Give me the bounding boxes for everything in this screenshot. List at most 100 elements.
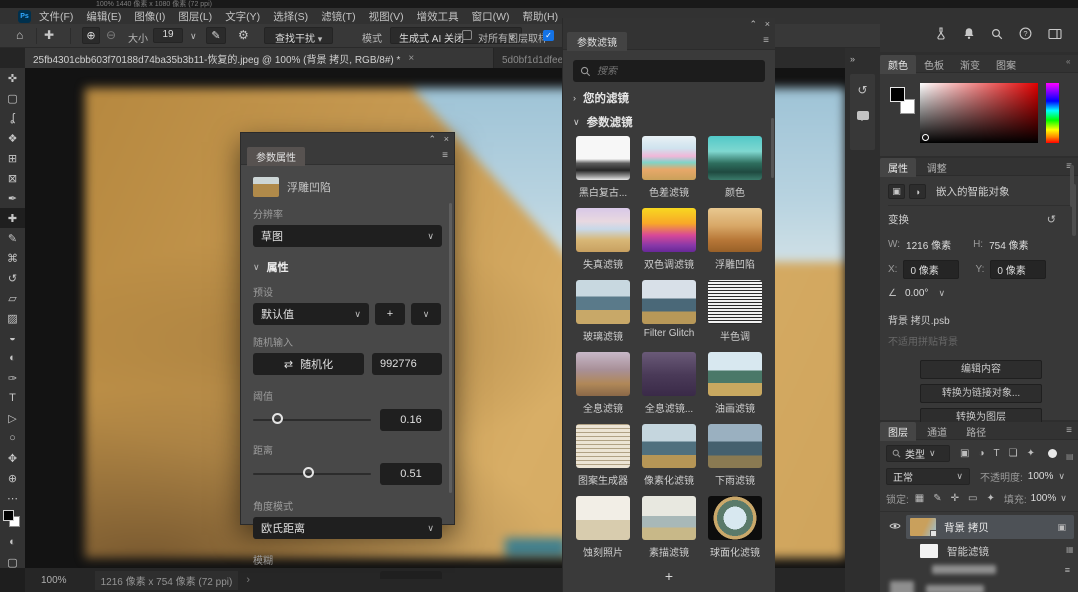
filter-thumbnail[interactable] (642, 352, 696, 396)
search-input[interactable] (597, 66, 747, 77)
filter-item[interactable]: 失真滤镜 (570, 208, 636, 271)
filter-thumbnail[interactable] (708, 424, 762, 468)
filter-thumbnail[interactable] (708, 280, 762, 324)
filter-search-box[interactable] (573, 60, 765, 82)
filter-thumbnail[interactable] (708, 208, 762, 252)
color-swatches[interactable] (0, 510, 25, 532)
move-tool[interactable]: ✜ (0, 68, 25, 88)
workspace-icon[interactable] (1048, 28, 1062, 43)
filter-thumbnail[interactable] (642, 280, 696, 324)
color-tab[interactable]: 色板 (916, 55, 952, 74)
height-value[interactable]: 754 像素 (989, 237, 1028, 252)
filter-item[interactable]: 下雨滤镜 (702, 424, 768, 487)
lock-artboard-icon[interactable]: ▭ (968, 493, 977, 504)
lock-all-icon[interactable]: ✦ (986, 493, 994, 504)
clone-stamp-tool[interactable]: ⌘ (0, 248, 25, 268)
filter-toggle[interactable] (1048, 449, 1057, 458)
dodge-tool[interactable]: ◐ (0, 348, 25, 368)
zoom-tool[interactable]: ⊕ (0, 468, 25, 488)
brush-tool[interactable]: ✎ (0, 228, 25, 248)
panel-menu-icon[interactable]: ≡ (442, 150, 448, 161)
panel-option-icon[interactable]: ▤ (1066, 452, 1074, 461)
filter-item[interactable]: 图案生成器 (570, 424, 636, 487)
dock-scrollbar[interactable] (1070, 165, 1074, 207)
quick-mask-button[interactable]: ◐ (0, 532, 25, 552)
filter-adjustment-icon[interactable]: ◑ (978, 448, 984, 459)
shape-tool[interactable]: ○ (0, 428, 25, 448)
filter-thumbnail[interactable] (642, 496, 696, 540)
hand-tool[interactable]: ✥ (0, 448, 25, 468)
filter-thumbnail[interactable] (642, 208, 696, 252)
tab-layers[interactable]: 图层 (880, 422, 916, 441)
menu-item[interactable]: 增效工具 (417, 9, 459, 24)
filter-thumbnail[interactable] (708, 496, 762, 540)
smart-object-action-button[interactable]: 转换为链接对象... (920, 384, 1042, 403)
filter-item[interactable]: 球面化滤镜 (702, 496, 768, 559)
path-select-tool[interactable]: ▷ (0, 408, 25, 428)
x-value[interactable]: 0 像素 (903, 260, 959, 279)
panel-menu-icon[interactable]: ≡ (763, 35, 769, 46)
menu-item[interactable]: 文件(F) (39, 9, 73, 24)
menu-item[interactable]: 文字(Y) (225, 9, 260, 24)
history-brush-tool[interactable]: ↺ (0, 268, 25, 288)
healing-brush-icon[interactable]: ✚ (44, 28, 54, 42)
lock-pixels-icon[interactable]: ✎ (933, 493, 941, 504)
eyedropper-tool[interactable]: ✒ (0, 188, 25, 208)
saturation-brightness-box[interactable] (920, 83, 1038, 143)
marquee-tool[interactable]: ▢ (0, 88, 25, 108)
eraser-tool[interactable]: ▱ (0, 288, 25, 308)
layer-row[interactable]: 背景 拷贝 ▣ (880, 512, 1078, 539)
tab-adjustments[interactable]: 调整 (919, 158, 955, 177)
layer-thumbnail[interactable] (910, 518, 936, 536)
document-tab-active[interactable]: 25fb4301cbb603f70188d74ba35b3b11-恢复的.jpe… (25, 48, 493, 68)
expand-dock-icon[interactable]: » (850, 54, 855, 64)
filter-thumbnail[interactable] (576, 496, 630, 540)
sample-all-layers-checkbox[interactable] (462, 30, 472, 40)
filter-item[interactable]: 黑白复古... (570, 136, 636, 199)
filter-thumbnail[interactable] (642, 424, 696, 468)
filter-thumbnail[interactable] (576, 280, 630, 324)
add-preset-button[interactable]: + (375, 303, 405, 325)
smart-object-action-button[interactable]: 编辑内容 (920, 360, 1042, 379)
tab-properties[interactable]: 属性 (880, 158, 916, 177)
filter-options-icon[interactable]: ≡ (1065, 565, 1070, 575)
section-chevron-icon[interactable]: ∨ (253, 262, 260, 273)
angle-mode-select[interactable]: 欧氏距离 ∨ (253, 517, 442, 539)
filter-item[interactable]: 浮雕凹陷 (702, 208, 768, 271)
find-distractions-button[interactable]: 查找干扰 ▾ (264, 27, 333, 44)
add-sample-icon[interactable]: ⊕ (82, 27, 100, 44)
menu-item[interactable]: 选择(S) (273, 9, 308, 24)
threshold-value[interactable] (380, 409, 442, 431)
smart-filter-entry-row[interactable]: ≡ (880, 559, 1078, 575)
tab-parameter-properties[interactable]: 参数属性 (247, 147, 305, 166)
collapse-icon[interactable]: ⌃ (749, 19, 757, 30)
layer-filter-type-select[interactable]: 类型 ∨ (886, 445, 950, 462)
filter-item[interactable]: Filter Glitch (636, 280, 702, 343)
distance-value[interactable] (380, 463, 442, 485)
chevron-down-icon[interactable]: ∨ (1060, 493, 1067, 504)
preset-select[interactable]: 默认值 ∨ (253, 303, 369, 325)
seed-input[interactable] (372, 353, 442, 375)
blend-mode-select[interactable]: 正常 ∨ (886, 468, 970, 485)
filter-thumbnail[interactable] (576, 424, 630, 468)
comment-icon[interactable] (850, 111, 875, 120)
opacity-value[interactable]: 100% (1028, 471, 1054, 482)
dialog-header[interactable]: ⌃ × (241, 133, 454, 147)
home-icon[interactable]: ⌂ (16, 28, 23, 42)
menu-item[interactable]: 图层(L) (178, 9, 212, 24)
foreground-color-swatch[interactable] (3, 510, 14, 521)
filter-smart-icon[interactable]: ✦ (1027, 448, 1035, 459)
filter-image-icon[interactable]: ▣ (960, 448, 969, 459)
history-icon[interactable]: ↺ (850, 74, 875, 97)
filter-item[interactable]: 半色调 (702, 280, 768, 343)
menu-item[interactable]: 视图(V) (369, 9, 404, 24)
notifications-bell-icon[interactable] (963, 27, 975, 43)
pen-tool[interactable]: ✑ (0, 368, 25, 388)
type-tool[interactable]: T (0, 388, 25, 408)
filter-item[interactable]: 油画滤镜 (702, 352, 768, 415)
menu-item[interactable]: 编辑(E) (86, 9, 121, 24)
edit-toolbar-button[interactable]: ⋯ (0, 488, 25, 508)
smart-filters-row[interactable]: 智能滤镜 (880, 539, 1078, 559)
filter-item[interactable]: 双色调滤镜 (636, 208, 702, 271)
hue-slider[interactable] (1046, 83, 1059, 143)
